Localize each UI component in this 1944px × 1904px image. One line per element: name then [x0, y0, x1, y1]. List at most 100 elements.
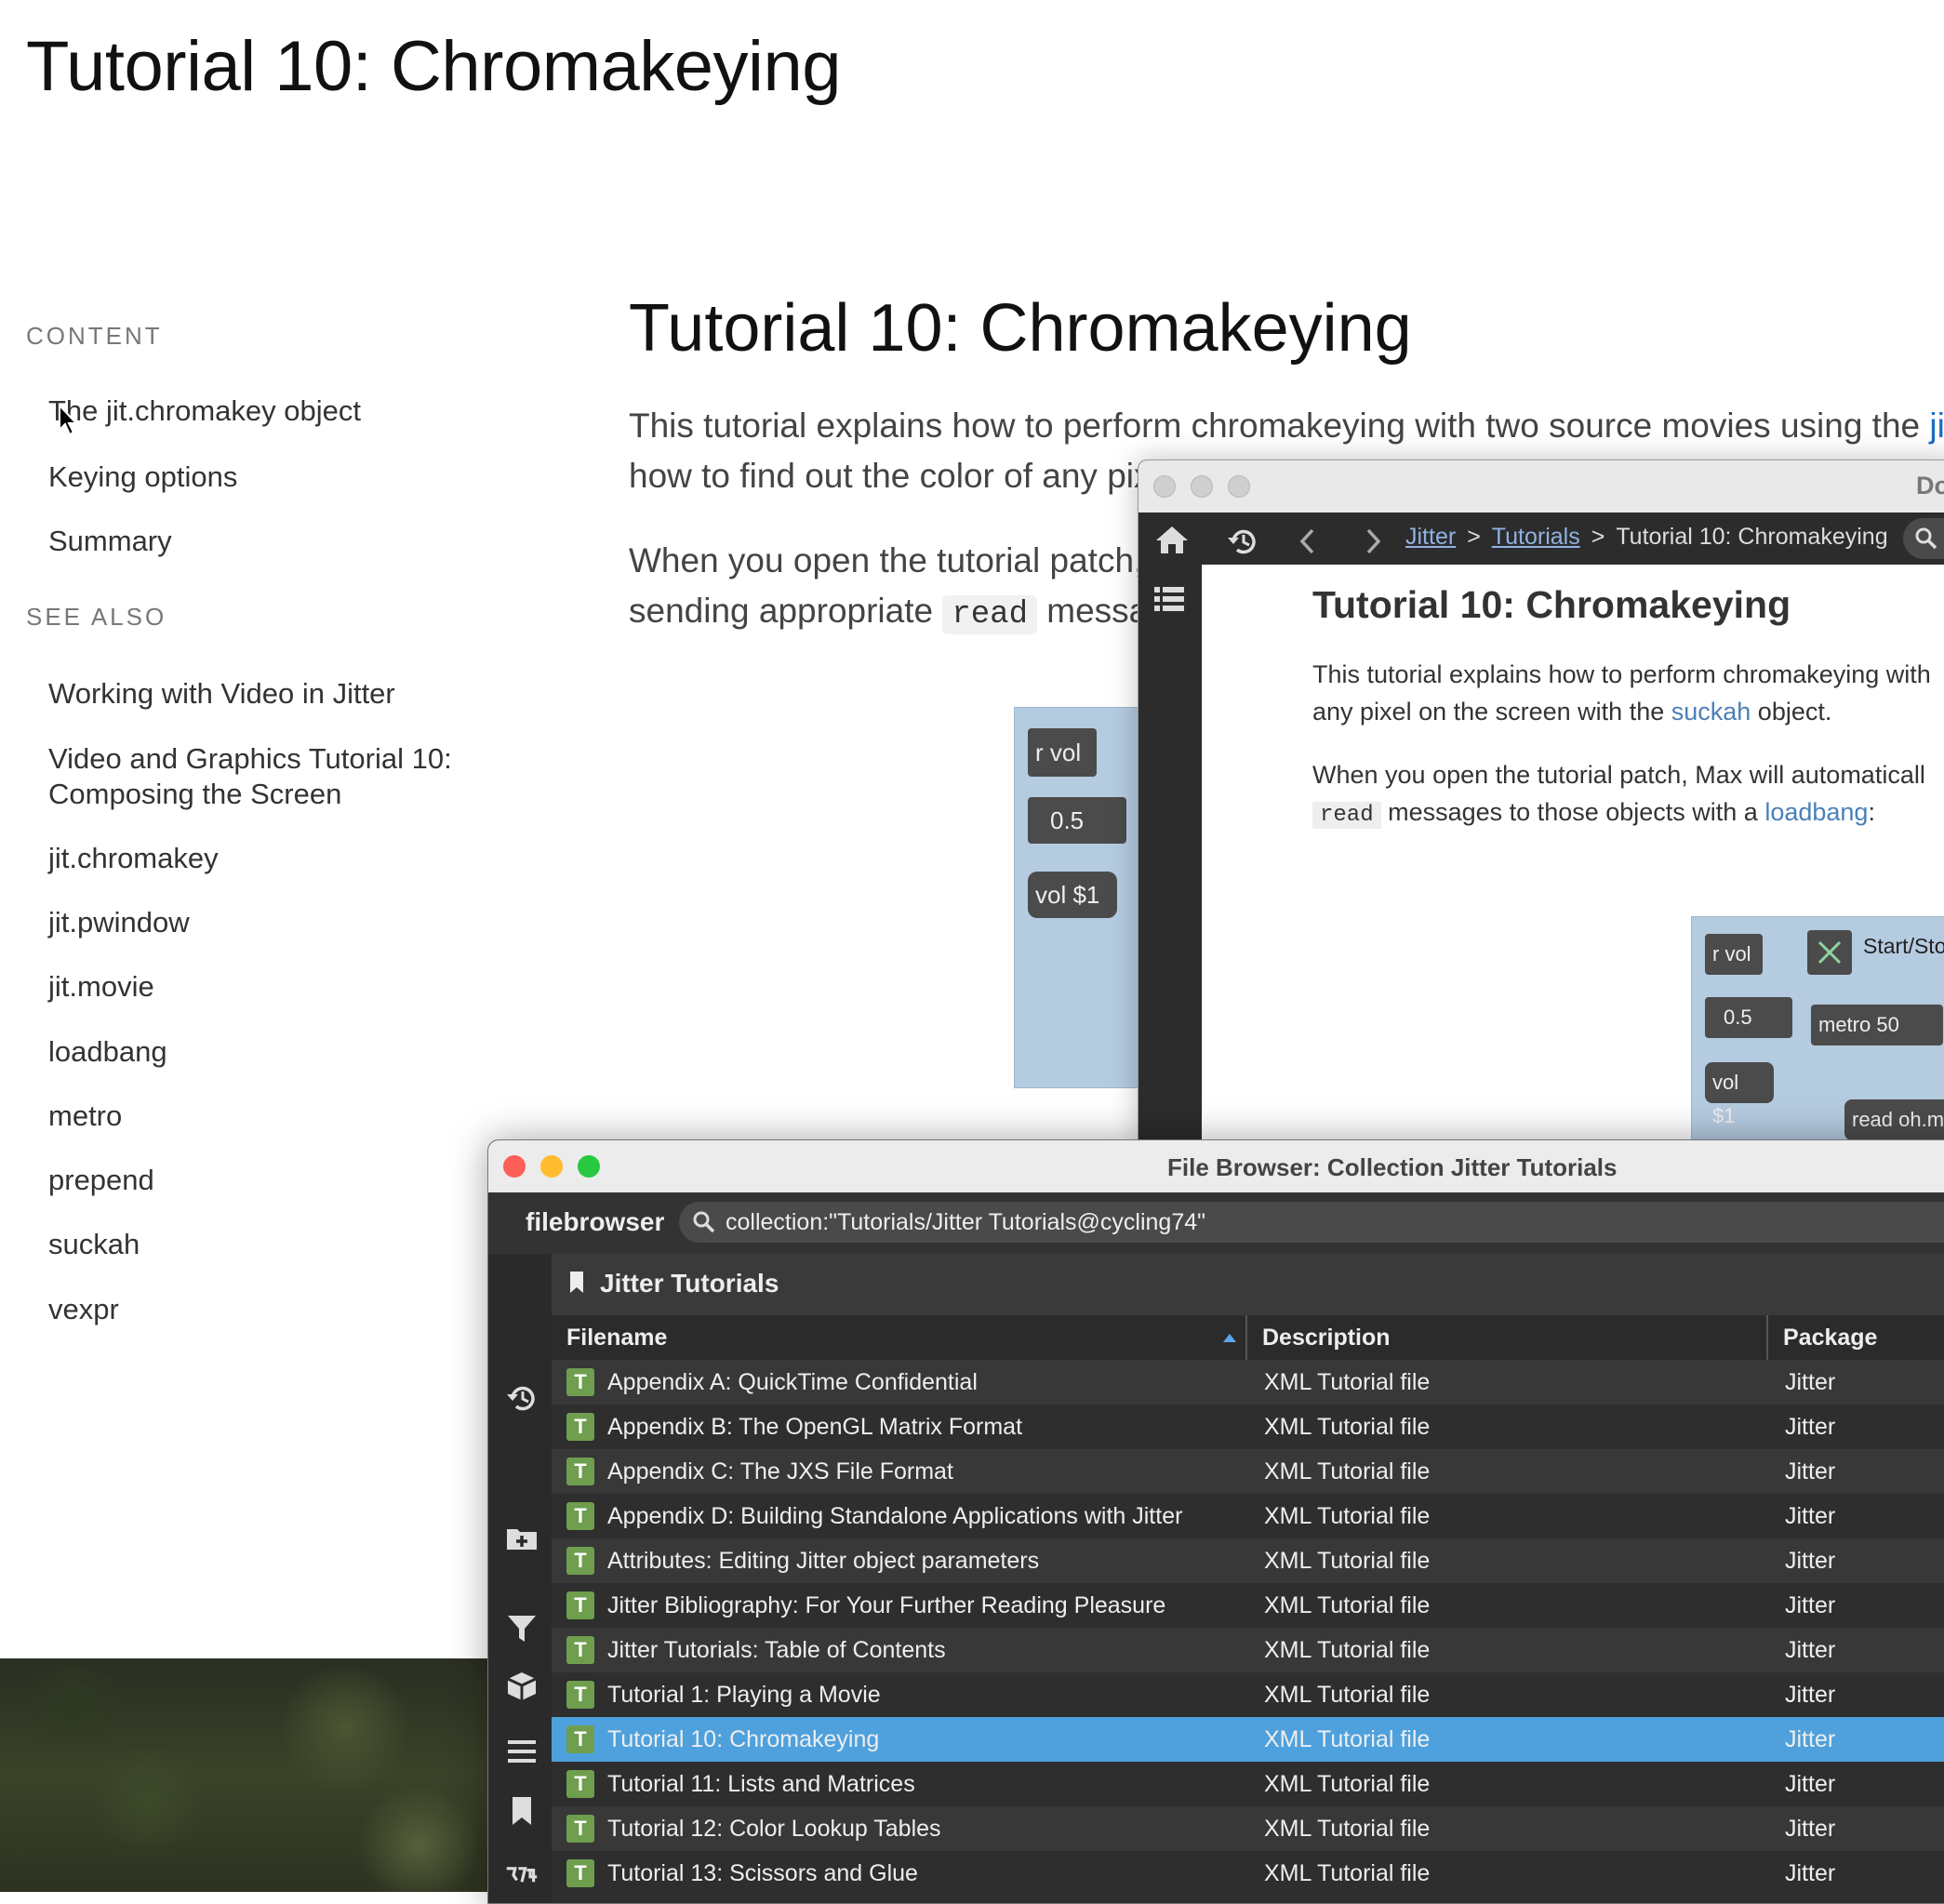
search-icon	[693, 1211, 715, 1233]
filebrowser-label: filebrowser	[526, 1207, 665, 1236]
cell-package: Jitter	[1785, 1369, 1836, 1395]
table-row[interactable]: T Jitter Bibliography: For Your Further R…	[552, 1583, 1944, 1628]
bookmark-icon[interactable]	[505, 1795, 539, 1827]
vol-message-box: vol $1	[1028, 872, 1117, 918]
history-icon[interactable]	[1226, 526, 1259, 557]
doc-paragraph-2-line-2: read messages to those objects with a lo…	[1312, 793, 1875, 834]
doc-patcher-image: r vol 0.5 vol $1 Start/Sto metro 50 read…	[1691, 916, 1944, 1149]
table-row[interactable]: T Appendix A: QuickTime Confidential XML T…	[552, 1360, 1944, 1405]
history-icon[interactable]	[505, 1382, 539, 1414]
bookmark-icon	[570, 1272, 583, 1293]
doc-window-title: Do	[1916, 472, 1944, 499]
sidebar-link-suckah[interactable]: suckah	[48, 1227, 140, 1262]
cell-description: XML Tutorial file	[1264, 1816, 1431, 1842]
r-vol-object: r vol	[1028, 728, 1097, 777]
doc-search-field[interactable]	[1903, 518, 1944, 559]
table-row[interactable]: T Jitter Tutorials: Table of Contents XML …	[552, 1628, 1944, 1672]
filter-icon[interactable]	[505, 1613, 539, 1644]
cycling74-logo-icon[interactable]	[505, 1862, 539, 1888]
add-folder-icon[interactable]	[505, 1524, 539, 1553]
sidebar-link-video-graphics-tutorial-line2[interactable]: Composing the Screen	[48, 777, 341, 812]
table-row[interactable]: T Appendix C: The JXS File Format XML Tuto…	[552, 1449, 1944, 1494]
back-icon[interactable]	[1298, 527, 1317, 555]
sidebar-link-loadbang[interactable]: loadbang	[48, 1034, 167, 1070]
file-browser-window: File Browser: Collection Jitter Tutorial…	[487, 1139, 1944, 1904]
sidebar-link-keying-options[interactable]: Keying options	[48, 459, 237, 495]
sidebar-content-heading: CONTENT	[26, 322, 163, 350]
sidebar-link-summary[interactable]: Summary	[48, 524, 172, 559]
doc-zoom-button[interactable]	[1228, 475, 1250, 498]
table-row[interactable]: T Tutorial 12: Color Lookup Tables XML Tut…	[552, 1806, 1944, 1851]
sidebar-link-metro[interactable]: metro	[48, 1098, 122, 1134]
table-row[interactable]: T Appendix D: Building Standalone Applica…	[552, 1494, 1944, 1538]
jit-chromakey-link[interactable]: jit.c	[1929, 406, 1944, 445]
table-row[interactable]: T Tutorial 11: Lists and Matrices XML Tuto…	[552, 1762, 1944, 1806]
table-header: Filename Description Package	[552, 1315, 1944, 1361]
table-row[interactable]: T Tutorial 1: Playing a Movie XML Tutorial…	[552, 1672, 1944, 1717]
doc-paragraph-2-line-1: When you open the tutorial patch, Max wi…	[1312, 761, 1925, 789]
minimize-button[interactable]	[540, 1155, 563, 1178]
doc-paragraph-1-line-1: This tutorial explains how to perform ch…	[1312, 660, 1931, 688]
mouse-cursor-icon	[59, 404, 78, 436]
column-filename[interactable]: Filename	[552, 1315, 1072, 1360]
tutorial-file-icon: T	[566, 1636, 594, 1664]
sidebar-link-chromakey-object[interactable]: The jit.chromakey object	[48, 393, 361, 429]
cell-package: Jitter	[1785, 1592, 1836, 1618]
tutorial-file-icon: T	[566, 1368, 594, 1396]
cell-package: Jitter	[1785, 1414, 1836, 1440]
menu-icon[interactable]	[505, 1738, 539, 1765]
doc-window-titlebar[interactable]: Do	[1138, 460, 1944, 513]
cell-description: XML Tutorial file	[1264, 1682, 1431, 1708]
doc-text: any pixel on the screen with the	[1312, 698, 1671, 726]
breadcrumb-jitter-link[interactable]: Jitter	[1405, 524, 1456, 550]
cell-filename: Tutorial 13: Scissors and Glue	[607, 1860, 918, 1886]
doc-sidebar	[1138, 565, 1202, 1149]
documentation-window: Do Jitter > Tutorials > Tutorial 10: Chromak…	[1138, 459, 1944, 1150]
cell-description: XML Tutorial file	[1264, 1637, 1431, 1663]
loadbang-link[interactable]: loadbang	[1764, 798, 1868, 826]
suckah-link[interactable]: suckah	[1671, 698, 1751, 726]
sidebar-link-jit-pwindow[interactable]: jit.pwindow	[48, 905, 190, 940]
list-icon[interactable]	[1153, 585, 1185, 613]
cell-filename: Appendix A: QuickTime Confidential	[607, 1369, 978, 1395]
table-row[interactable]: T Appendix B: The OpenGL Matrix Format XML…	[552, 1405, 1944, 1449]
cell-package: Jitter	[1785, 1503, 1836, 1529]
search-icon	[1915, 527, 1937, 550]
cell-package: Jitter	[1785, 1548, 1836, 1574]
sidebar-link-jit-movie[interactable]: jit.movie	[48, 969, 154, 1005]
cell-filename: Appendix D: Building Standalone Applicat…	[607, 1503, 1183, 1529]
table-row[interactable]: T Tutorial 10: Chromakeying XML Tutorial f…	[552, 1717, 1944, 1762]
sidebar-link-vexpr[interactable]: vexpr	[48, 1292, 119, 1327]
article-paragraph-2-line-1: When you open the tutorial patch,	[629, 541, 1144, 579]
tutorial-file-icon: T	[566, 1591, 594, 1619]
file-browser-titlebar[interactable]: File Browser: Collection Jitter Tutorial…	[488, 1140, 1944, 1193]
breadcrumb-tutorials-link[interactable]: Tutorials	[1492, 524, 1580, 550]
home-icon[interactable]	[1153, 524, 1191, 555]
cell-package: Jitter	[1785, 1860, 1836, 1886]
zoom-button[interactable]	[578, 1155, 600, 1178]
article-paragraph-1-line-2: how to find out the color of any pix	[629, 457, 1152, 495]
column-package[interactable]: Package	[1766, 1315, 1944, 1360]
cell-package: Jitter	[1785, 1682, 1836, 1708]
sidebar-link-working-with-video[interactable]: Working with Video in Jitter	[48, 676, 395, 712]
sidebar-link-prepend[interactable]: prepend	[48, 1163, 154, 1198]
table-row[interactable]: T Tutorial 13: Scissors and Glue XML Tutor…	[552, 1851, 1944, 1896]
forward-icon[interactable]	[1364, 527, 1382, 555]
doc-minimize-button[interactable]	[1191, 475, 1213, 498]
cell-package: Jitter	[1785, 1771, 1836, 1797]
search-input[interactable]: collection:"Tutorials/Jitter Tutorials@c…	[679, 1202, 1944, 1243]
table-row[interactable]: T Attributes: Editing Jitter object param…	[552, 1538, 1944, 1583]
column-description[interactable]: Description	[1245, 1315, 1766, 1360]
toggle-label: Start/Sto	[1863, 934, 1944, 958]
package-icon[interactable]	[505, 1671, 539, 1702]
sidebar-link-video-graphics-tutorial-line1[interactable]: Video and Graphics Tutorial 10:	[48, 741, 452, 777]
cell-package: Jitter	[1785, 1726, 1836, 1752]
tutorial-file-icon: T	[566, 1547, 594, 1575]
cell-description: XML Tutorial file	[1264, 1771, 1431, 1797]
cell-filename: Tutorial 10: Chromakeying	[607, 1726, 880, 1752]
sidebar-link-jit-chromakey[interactable]: jit.chromakey	[48, 841, 219, 876]
file-browser-sidebar	[488, 1254, 552, 1903]
doc-close-button[interactable]	[1153, 475, 1176, 498]
file-browser-toolbar: filebrowser collection:"Tutorials/Jitter…	[488, 1192, 1944, 1254]
close-button[interactable]	[503, 1155, 526, 1178]
